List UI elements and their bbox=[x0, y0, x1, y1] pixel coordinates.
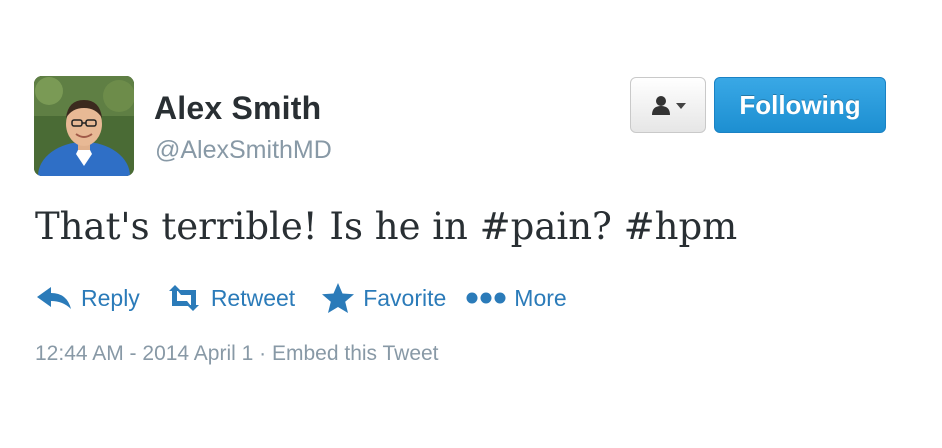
embedded-tweet: Alex Smith @AlexSmithMD Following That's… bbox=[0, 0, 942, 448]
reply-label: Reply bbox=[81, 284, 140, 311]
meta-separator: · bbox=[259, 342, 272, 365]
following-button[interactable]: Following bbox=[714, 77, 886, 133]
more-label: More bbox=[514, 284, 567, 311]
user-icon bbox=[652, 96, 670, 115]
more-dots-icon bbox=[466, 291, 506, 305]
tweet-actions: Reply Retweet Favorite More bbox=[35, 278, 567, 318]
chevron-down-icon bbox=[676, 103, 686, 109]
profile-photo-icon bbox=[34, 76, 134, 176]
timestamp-link[interactable]: 12:44 AM - 2014 April 1 bbox=[35, 342, 253, 365]
favorite-label: Favorite bbox=[363, 284, 447, 311]
favorite-action[interactable]: Favorite bbox=[321, 282, 446, 314]
retweet-icon bbox=[165, 285, 203, 311]
reply-icon bbox=[35, 285, 73, 311]
embed-tweet-link[interactable]: Embed this Tweet bbox=[272, 342, 439, 365]
author-name[interactable]: Alex Smith bbox=[154, 90, 321, 127]
tweet-text: That's terrible! Is he in #pain? #hpm bbox=[35, 205, 738, 248]
user-actions-dropdown-button[interactable] bbox=[630, 77, 706, 133]
author-handle[interactable]: @AlexSmithMD bbox=[155, 136, 332, 165]
more-action[interactable]: More bbox=[466, 284, 567, 312]
avatar[interactable] bbox=[34, 76, 134, 176]
retweet-label: Retweet bbox=[210, 284, 296, 311]
tweet-meta: 12:44 AM - 2014 April 1 · Embed this Twe… bbox=[35, 342, 439, 366]
reply-action[interactable]: Reply bbox=[35, 285, 140, 312]
star-icon bbox=[321, 282, 355, 314]
retweet-action[interactable]: Retweet bbox=[165, 285, 295, 312]
